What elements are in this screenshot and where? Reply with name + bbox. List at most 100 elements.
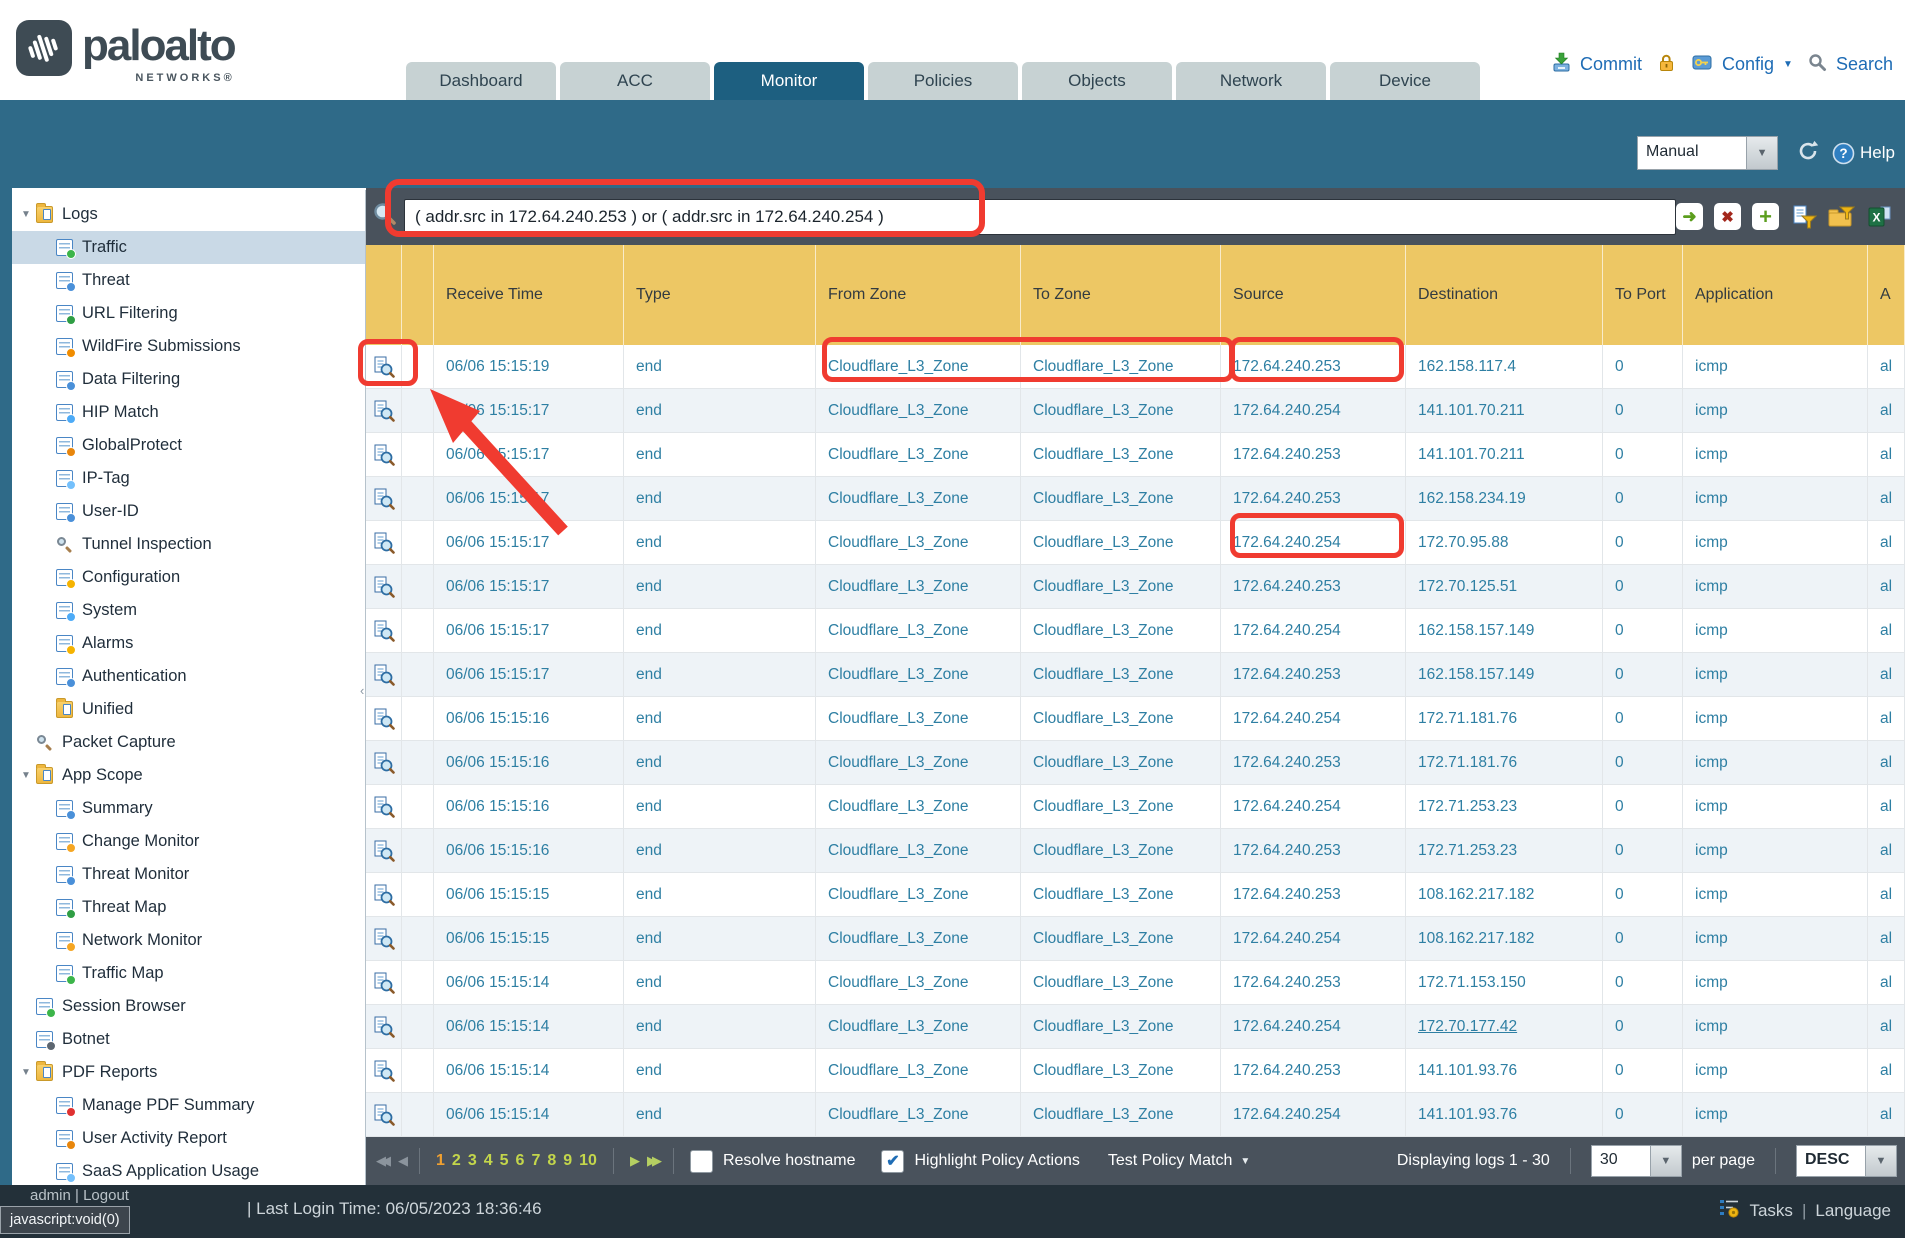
cell-receive_time[interactable]: 06/06 15:15:17 xyxy=(434,389,624,432)
log-detail-magnifier-icon[interactable] xyxy=(366,1049,402,1092)
cell-to_port[interactable]: 0 xyxy=(1603,873,1683,916)
sidebar-item-authentication[interactable]: Authentication xyxy=(12,660,365,693)
log-detail-magnifier-icon[interactable] xyxy=(366,1005,402,1048)
cell-source[interactable]: 172.64.240.253 xyxy=(1221,873,1406,916)
cell-to_port[interactable]: 0 xyxy=(1603,829,1683,872)
cell-receive_time[interactable]: 06/06 15:15:17 xyxy=(434,477,624,520)
col-header-source[interactable]: Source xyxy=(1221,245,1406,345)
cell-from_zone[interactable]: Cloudflare_L3_Zone xyxy=(816,565,1021,608)
cell-type[interactable]: end xyxy=(624,609,816,652)
page-number-2[interactable]: 2 xyxy=(452,1152,461,1170)
cell-from_zone[interactable]: Cloudflare_L3_Zone xyxy=(816,1005,1021,1048)
cell-to_port[interactable]: 0 xyxy=(1603,1005,1683,1048)
col-header-from_zone[interactable]: From Zone xyxy=(816,245,1021,345)
config-menu[interactable]: Config xyxy=(1722,54,1774,75)
sidebar-item-threat[interactable]: Threat xyxy=(12,264,365,297)
cell-receive_time[interactable]: 06/06 15:15:14 xyxy=(434,1005,624,1048)
cell-from_zone[interactable]: Cloudflare_L3_Zone xyxy=(816,873,1021,916)
cell-source[interactable]: 172.64.240.254 xyxy=(1221,785,1406,828)
cell-application[interactable]: icmp xyxy=(1683,389,1868,432)
log-detail-magnifier-icon[interactable] xyxy=(366,653,402,696)
cell-application[interactable]: icmp xyxy=(1683,345,1868,388)
cell-from_zone[interactable]: Cloudflare_L3_Zone xyxy=(816,741,1021,784)
cell-from_zone[interactable]: Cloudflare_L3_Zone xyxy=(816,961,1021,1004)
cell-source[interactable]: 172.64.240.254 xyxy=(1221,389,1406,432)
log-detail-magnifier-icon[interactable] xyxy=(366,697,402,740)
log-detail-magnifier-icon[interactable] xyxy=(366,565,402,608)
sidebar-item-pdf-reports[interactable]: ▼PDF Reports xyxy=(12,1056,365,1089)
tab-device[interactable]: Device xyxy=(1330,62,1480,100)
cell-application[interactable]: icmp xyxy=(1683,961,1868,1004)
cell-type[interactable]: end xyxy=(624,345,816,388)
resolve-hostname-checkbox[interactable] xyxy=(690,1150,713,1173)
cell-to_zone[interactable]: Cloudflare_L3_Zone xyxy=(1021,1005,1221,1048)
cell-receive_time[interactable]: 06/06 15:15:14 xyxy=(434,961,624,1004)
sidebar-item-session-browser[interactable]: Session Browser xyxy=(12,990,365,1023)
cell-to_zone[interactable]: Cloudflare_L3_Zone xyxy=(1021,609,1221,652)
cell-application[interactable]: icmp xyxy=(1683,697,1868,740)
cell-application[interactable]: icmp xyxy=(1683,653,1868,696)
cell-from_zone[interactable]: Cloudflare_L3_Zone xyxy=(816,653,1021,696)
cell-source[interactable]: 172.64.240.254 xyxy=(1221,609,1406,652)
tab-monitor[interactable]: Monitor xyxy=(714,62,864,100)
cell-receive_time[interactable]: 06/06 15:15:16 xyxy=(434,829,624,872)
add-filter-button[interactable]: + xyxy=(1752,203,1779,230)
cell-to_port[interactable]: 0 xyxy=(1603,521,1683,564)
cell-to_port[interactable]: 0 xyxy=(1603,653,1683,696)
cell-from_zone[interactable]: Cloudflare_L3_Zone xyxy=(816,697,1021,740)
col-header-action[interactable]: A xyxy=(1868,245,1905,345)
cell-action[interactable]: al xyxy=(1868,521,1905,564)
tree-expander-icon[interactable]: ▼ xyxy=(16,770,36,781)
cell-source[interactable]: 172.64.240.253 xyxy=(1221,741,1406,784)
cell-from_zone[interactable]: Cloudflare_L3_Zone xyxy=(816,521,1021,564)
page-number-10[interactable]: 10 xyxy=(579,1152,597,1170)
cell-action[interactable]: al xyxy=(1868,433,1905,476)
cell-to_zone[interactable]: Cloudflare_L3_Zone xyxy=(1021,433,1221,476)
log-detail-magnifier-icon[interactable] xyxy=(366,741,402,784)
filter-query-input[interactable] xyxy=(404,199,1676,235)
cell-type[interactable]: end xyxy=(624,697,816,740)
cell-application[interactable]: icmp xyxy=(1683,873,1868,916)
sidebar-item-saas-application-usage[interactable]: SaaS Application Usage xyxy=(12,1155,365,1185)
cell-to_zone[interactable]: Cloudflare_L3_Zone xyxy=(1021,829,1221,872)
tasks-button[interactable]: Tasks xyxy=(1749,1201,1792,1221)
cell-application[interactable]: icmp xyxy=(1683,1049,1868,1092)
cell-source[interactable]: 172.64.240.253 xyxy=(1221,433,1406,476)
cell-receive_time[interactable]: 06/06 15:15:14 xyxy=(434,1049,624,1092)
cell-source[interactable]: 172.64.240.254 xyxy=(1221,521,1406,564)
cell-type[interactable]: end xyxy=(624,1049,816,1092)
cell-source[interactable]: 172.64.240.254 xyxy=(1221,1005,1406,1048)
log-detail-magnifier-icon[interactable] xyxy=(366,345,402,388)
log-detail-magnifier-icon[interactable] xyxy=(366,433,402,476)
log-detail-magnifier-icon[interactable] xyxy=(366,609,402,652)
tree-expander-icon[interactable]: ▼ xyxy=(16,1067,36,1078)
cell-to_port[interactable]: 0 xyxy=(1603,389,1683,432)
next-page-button[interactable]: ▶ xyxy=(630,1153,635,1169)
sidebar-item-app-scope[interactable]: ▼App Scope xyxy=(12,759,365,792)
refresh-mode-caret-icon[interactable]: ▼ xyxy=(1746,137,1777,169)
cell-type[interactable]: end xyxy=(624,917,816,960)
cell-receive_time[interactable]: 06/06 15:15:17 xyxy=(434,433,624,476)
cell-application[interactable]: icmp xyxy=(1683,433,1868,476)
cell-destination[interactable]: 172.70.125.51 xyxy=(1406,565,1603,608)
cell-destination[interactable]: 162.158.117.4 xyxy=(1406,345,1603,388)
cell-type[interactable]: end xyxy=(624,829,816,872)
cell-to_port[interactable]: 0 xyxy=(1603,785,1683,828)
cell-application[interactable]: icmp xyxy=(1683,1093,1868,1136)
cell-type[interactable]: end xyxy=(624,961,816,1004)
cell-from_zone[interactable]: Cloudflare_L3_Zone xyxy=(816,917,1021,960)
cell-from_zone[interactable]: Cloudflare_L3_Zone xyxy=(816,389,1021,432)
cell-source[interactable]: 172.64.240.254 xyxy=(1221,697,1406,740)
cell-from_zone[interactable]: Cloudflare_L3_Zone xyxy=(816,609,1021,652)
cell-to_zone[interactable]: Cloudflare_L3_Zone xyxy=(1021,521,1221,564)
sort-order-caret-icon[interactable]: ▼ xyxy=(1865,1146,1896,1176)
cell-action[interactable]: al xyxy=(1868,565,1905,608)
cell-to_port[interactable]: 0 xyxy=(1603,697,1683,740)
lock-icon[interactable] xyxy=(1657,53,1676,77)
cell-to_zone[interactable]: Cloudflare_L3_Zone xyxy=(1021,565,1221,608)
cell-type[interactable]: end xyxy=(624,1005,816,1048)
cell-action[interactable]: al xyxy=(1868,477,1905,520)
sidebar-item-url-filtering[interactable]: URL Filtering xyxy=(12,297,365,330)
log-detail-magnifier-icon[interactable] xyxy=(366,477,402,520)
cell-type[interactable]: end xyxy=(624,389,816,432)
